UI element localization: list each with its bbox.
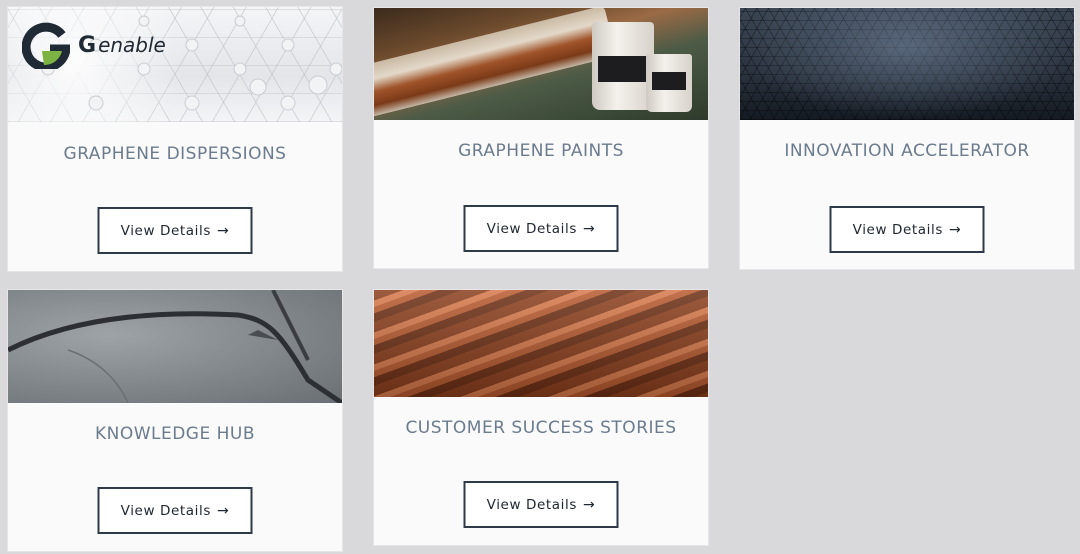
card-customer-success-stories: CUSTOMER SUCCESS STORIES View Details → bbox=[374, 290, 708, 545]
card-title: GRAPHENE DISPERSIONS bbox=[63, 144, 287, 164]
logo-g-letter: G bbox=[78, 32, 97, 58]
view-details-button[interactable]: View Details → bbox=[463, 481, 619, 528]
card-innovation-accelerator: INNOVATION ACCELERATOR View Details → bbox=[740, 8, 1074, 269]
button-label: View Details bbox=[486, 496, 577, 513]
card-title: INNOVATION ACCELERATOR bbox=[784, 141, 1030, 161]
arrow-right-icon: → bbox=[217, 222, 230, 239]
card-graphene-dispersions: G enable GRAPHENE DISPERSIONS View Detai… bbox=[8, 7, 342, 271]
paint-tin-small bbox=[646, 54, 692, 112]
rusty-rail-paint-tins-image bbox=[374, 8, 708, 120]
card-title: GRAPHENE PAINTS bbox=[458, 141, 624, 161]
view-details-button[interactable]: View Details → bbox=[97, 487, 253, 534]
card-title: KNOWLEDGE HUB bbox=[94, 424, 256, 444]
corrugated-metal-image bbox=[374, 290, 708, 397]
arrow-right-icon: → bbox=[583, 496, 596, 513]
card-graphene-paints: GRAPHENE PAINTS View Details → bbox=[374, 8, 708, 268]
arrow-right-icon: → bbox=[949, 221, 962, 238]
arrow-right-icon: → bbox=[583, 220, 596, 237]
microscopy-image bbox=[8, 290, 342, 403]
arrow-right-icon: → bbox=[217, 502, 230, 519]
button-label: View Details bbox=[120, 502, 211, 519]
rusty-rail bbox=[374, 8, 617, 119]
card-knowledge-hub: KNOWLEDGE HUB View Details → bbox=[8, 290, 342, 551]
card-title: CUSTOMER SUCCESS STORIES bbox=[405, 418, 677, 438]
button-label: View Details bbox=[486, 220, 577, 237]
hexagon-texture-image bbox=[740, 8, 1074, 120]
view-details-button[interactable]: View Details → bbox=[97, 207, 253, 254]
genable-logo: G enable bbox=[22, 21, 166, 69]
button-label: View Details bbox=[120, 222, 211, 239]
graphene-lattice-image: G enable bbox=[8, 7, 342, 122]
genable-logo-icon bbox=[22, 22, 70, 69]
button-label: View Details bbox=[852, 221, 943, 238]
logo-wordmark: enable bbox=[98, 33, 166, 57]
microscopy-lines bbox=[8, 290, 342, 403]
paint-tin-large bbox=[592, 22, 654, 110]
view-details-button[interactable]: View Details → bbox=[463, 205, 619, 252]
view-details-button[interactable]: View Details → bbox=[829, 206, 985, 253]
